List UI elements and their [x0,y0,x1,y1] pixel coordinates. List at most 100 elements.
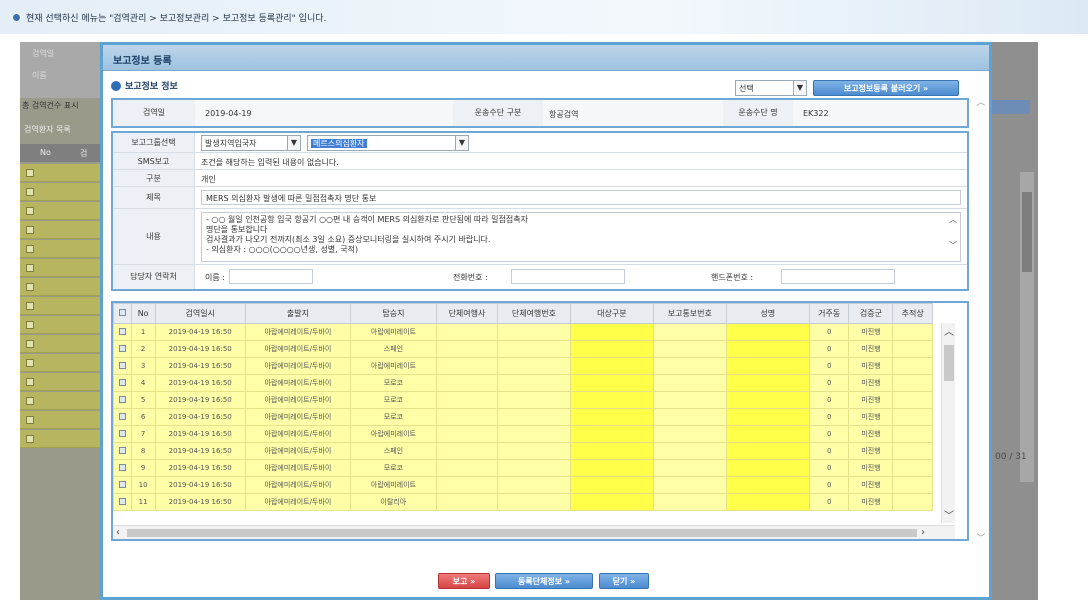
table-row[interactable]: 9 2019-04-19 16:50 아랍에미레이트/두바이 모로코 0 미진행 [113,459,933,477]
bg-table-header: No 검 [20,144,102,162]
table-row[interactable]: 8 2019-04-19 16:50 아랍에미레이트/두바이 스페인 0 미진행 [113,442,933,460]
register-groups-button[interactable]: 등록단체정보 » [495,573,593,589]
chevron-down-icon: ▼ [455,136,468,150]
modal-title: 보고정보 등록 [103,45,989,71]
col-header[interactable]: 검증군 [848,303,894,324]
subject-input[interactable]: MERS 의심환자 발생에 따른 밀접접촉자 명단 통보 [201,190,961,205]
row-checkbox[interactable] [113,323,132,341]
chevron-right-icon[interactable]: › [921,526,925,539]
cell-status: 미진행 [848,391,894,409]
cell-boarding: 스페인 [350,442,437,460]
checkbox-icon[interactable] [118,395,126,403]
col-header[interactable]: No [130,303,156,324]
cell-no: 2 [130,340,156,358]
cell-boarding: 모로코 [350,391,437,409]
cell-target-type [569,425,655,443]
group-sub-select[interactable]: 메르스의심환자 ▼ [307,135,469,151]
scroll-thumb[interactable] [127,529,917,537]
cell-boarding: 아랍에미레이트 [350,476,437,494]
sms-row: SMS보고 조건을 해당하는 입력된 내용이 없습니다. [113,153,967,170]
checkbox-icon[interactable] [118,429,126,437]
table-row[interactable]: 3 2019-04-19 16:50 아랍에미레이트/두바이 아랍에미레이트 0 미진행 [113,357,933,375]
row-checkbox[interactable] [113,357,132,375]
chevron-down-icon[interactable]: ﹀ [948,241,958,251]
content-textarea[interactable]: - ○○ 월일 인천공항 입국 항공기 ○○편 내 승객이 MERS 의심환자로… [201,212,961,262]
row-checkbox[interactable] [113,493,132,511]
modal-scrollbar[interactable]: ︿ ﹀ [975,95,987,545]
table-row[interactable]: 4 2019-04-19 16:50 아랍에미레이트/두바이 모로코 0 미진행 [113,374,933,392]
table-horizontal-scrollbar[interactable]: ‹ › [113,525,955,539]
cell-date: 2019-04-19 16:50 [154,357,246,375]
checkbox-icon[interactable] [118,378,126,386]
cell-group-number [497,408,571,426]
cell-report-number [653,374,727,392]
chevron-down-icon: ▼ [793,81,806,95]
group-select[interactable]: 발생지역입국자 ▼ [201,135,301,151]
chevron-down-icon[interactable]: ﹀ [975,531,987,544]
load-report-button[interactable]: 보고정보등록 불러오기 » [813,80,959,96]
table-row[interactable]: 1 2019-04-19 16:50 아랍에미레이트/두바이 아랍에미레이트 0 미진행 [113,323,933,341]
cell-no: 3 [130,357,156,375]
col-header[interactable]: 추적상 [892,303,933,324]
table-vertical-scrollbar[interactable]: ︿ ﹀ [941,323,955,523]
cell-name [725,459,810,477]
checkbox-icon[interactable] [118,344,126,352]
table-row[interactable]: 5 2019-04-19 16:50 아랍에미레이트/두바이 모로코 0 미진행 [113,391,933,409]
report-load-select-value: 선택 [739,84,754,93]
contact-mobile-input[interactable] [781,269,895,284]
col-header[interactable]: 단체여행사 [435,303,499,324]
cell-date: 2019-04-19 16:50 [154,323,246,341]
checkbox-icon[interactable] [118,327,126,335]
row-checkbox[interactable] [113,442,132,460]
row-checkbox[interactable] [113,476,132,494]
row-checkbox[interactable] [113,374,132,392]
chevron-left-icon[interactable]: ‹ [116,526,120,539]
scroll-thumb[interactable] [944,345,954,381]
bg-row [20,392,102,410]
col-header[interactable]: 탑승지 [350,303,437,324]
checkbox-icon[interactable] [118,446,126,454]
table-row[interactable]: 7 2019-04-19 16:50 아랍에미레이트/두바이 아랍에미레이트 0 미진행 [113,425,933,443]
cell-status: 미진행 [848,408,894,426]
contact-phone-input[interactable] [511,269,625,284]
table-row[interactable]: 6 2019-04-19 16:50 아랍에미레이트/두바이 모로코 0 미진행 [113,408,933,426]
table-row[interactable]: 2 2019-04-19 16:50 아랍에미레이트/두바이 스페인 0 미진행 [113,340,933,358]
checkbox-icon[interactable] [118,412,126,420]
checkbox-icon[interactable] [118,361,126,369]
chevron-up-icon[interactable]: ︿ [975,95,987,108]
col-header[interactable]: 거주동 [808,303,850,324]
col-header[interactable]: 성명 [725,303,810,324]
cell-name [725,340,810,358]
cell-no: 4 [130,374,156,392]
row-checkbox[interactable] [113,408,132,426]
row-checkbox[interactable] [113,391,132,409]
chevron-down-icon[interactable]: ﹀ [942,507,956,522]
checkbox-icon[interactable] [118,497,126,505]
cell-no: 1 [130,323,156,341]
col-header[interactable]: 대상구분 [569,303,655,324]
chevron-up-icon[interactable]: ︿ [942,323,956,338]
cell-no: 7 [130,425,156,443]
col-header[interactable]: 보고통보번호 [653,303,727,324]
type-label: 구분 [113,170,195,186]
chevron-up-icon[interactable]: ︿ [948,215,958,225]
col-header[interactable]: 검역일시 [154,303,246,324]
checkbox-icon[interactable] [118,463,126,471]
background-pager: 00 / 31 [995,452,1027,462]
report-load-select[interactable]: 선택 ▼ [735,80,807,96]
col-header[interactable]: 출발지 [244,303,352,324]
row-checkbox[interactable] [113,425,132,443]
cell-residence: 0 [808,323,850,341]
cell-tracking [892,442,933,460]
select-all-checkbox[interactable] [113,303,132,324]
col-header[interactable]: 단체여행번호 [497,303,571,324]
row-checkbox[interactable] [113,459,132,477]
contact-name-input[interactable] [229,269,313,284]
checkbox-icon[interactable] [118,480,126,488]
table-row[interactable]: 10 2019-04-19 16:50 아랍에미레이트/두바이 아랍에미레이트 0 미진행 [113,476,933,494]
close-button[interactable]: 닫기 » [599,573,649,589]
row-checkbox[interactable] [113,340,132,358]
bg-row [20,335,102,353]
table-row[interactable]: 11 2019-04-19 16:50 아랍에미레이트/두바이 이탈리아 0 미진행 [113,493,933,511]
report-button[interactable]: 보고 » [438,573,490,589]
